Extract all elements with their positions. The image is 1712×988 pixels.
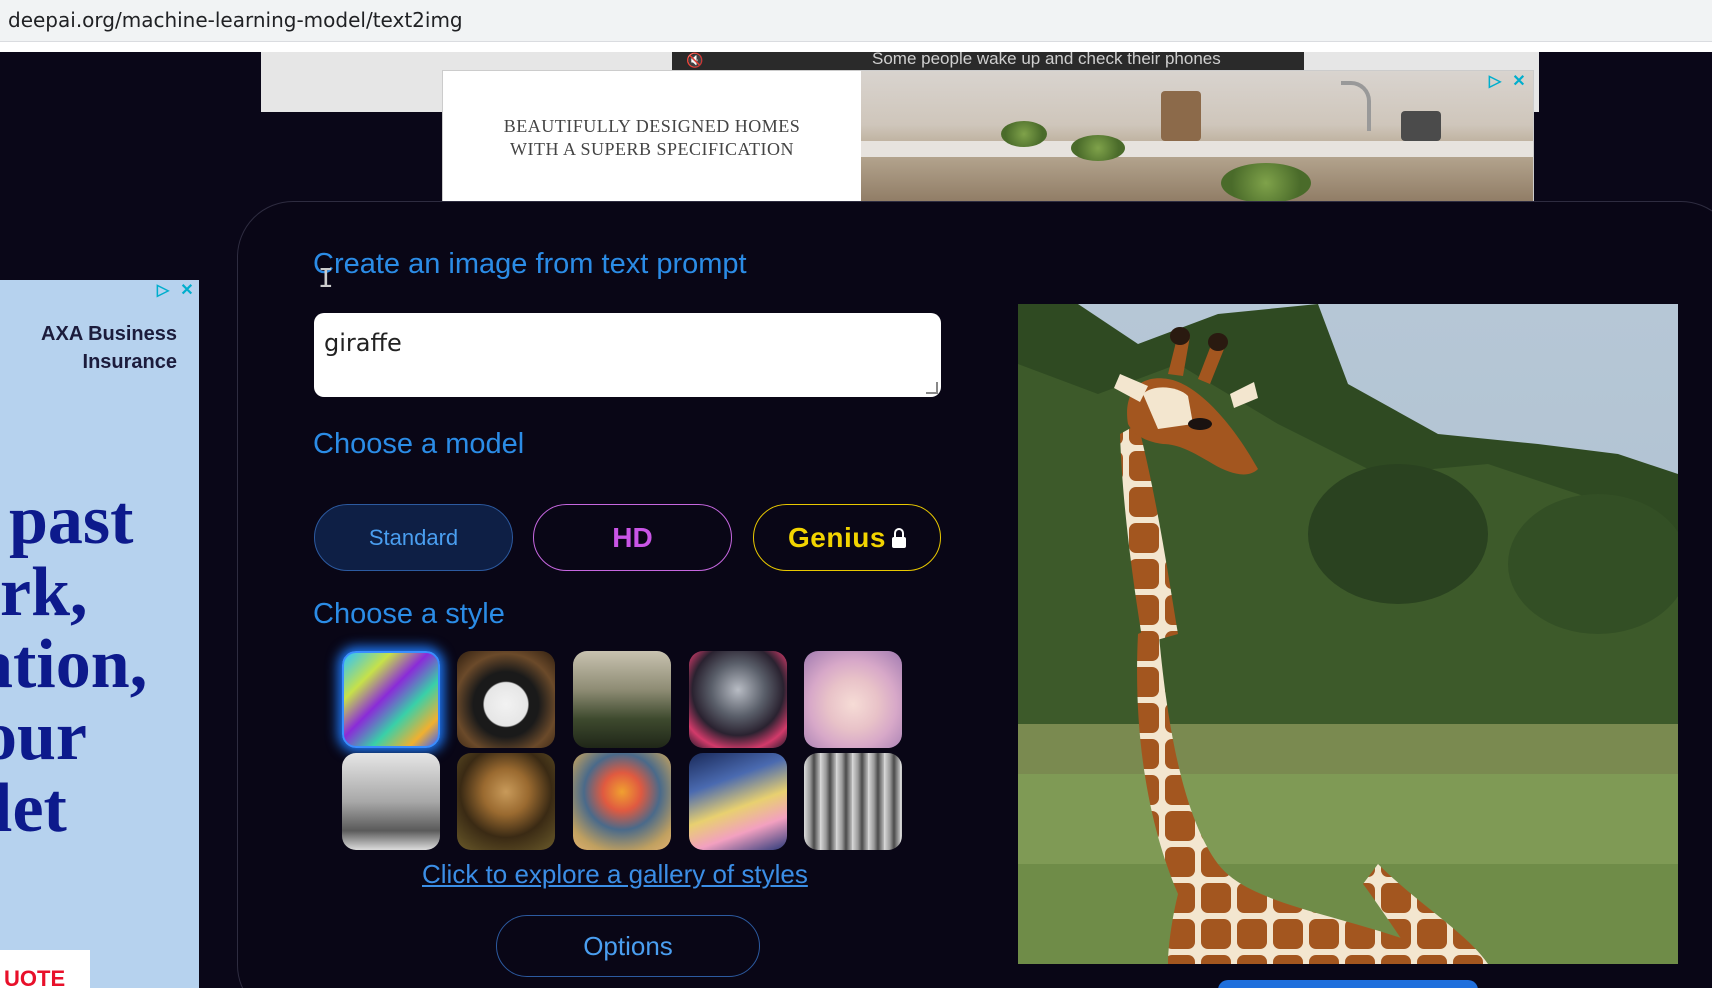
side-ad-choices[interactable]: ▷ ✕ <box>153 282 197 300</box>
style-thumb-abstract[interactable] <box>342 651 440 748</box>
ad-headline-line: past <box>9 482 134 559</box>
styles-gallery-link[interactable]: Click to explore a gallery of styles <box>422 859 808 890</box>
counter-shape <box>861 141 1533 157</box>
tap-shape <box>1341 81 1371 131</box>
lock-icon <box>891 527 906 548</box>
generated-image[interactable] <box>1018 304 1678 964</box>
genius-model-button[interactable]: Genius <box>753 504 941 571</box>
plant-shape <box>1221 163 1311 203</box>
kitchen-photo <box>861 71 1533 203</box>
generate-button-edge[interactable] <box>1218 980 1478 988</box>
options-label: Options <box>583 930 673 961</box>
ad-company: AXA Business Insurance <box>37 320 177 376</box>
close-icon[interactable]: ✕ <box>1509 73 1529 91</box>
style-thumb-robot[interactable] <box>689 651 787 748</box>
style-thumb-sketch-car[interactable] <box>342 753 440 850</box>
style-heading: Choose a style <box>313 598 505 630</box>
hd-label: HD <box>612 521 653 553</box>
ad-headline-line: let <box>0 770 67 847</box>
ad-choices[interactable]: ▷ ✕ <box>1485 73 1529 91</box>
giraffe-image <box>1018 304 1678 964</box>
ad-video-caption: Some people wake up and check their phon… <box>872 52 1221 68</box>
standard-label: Standard <box>368 524 459 550</box>
ad-headline-line: ation, <box>0 626 148 703</box>
genius-label: Genius <box>788 521 886 553</box>
text-cursor-icon: I <box>318 264 334 294</box>
ad-video-strip[interactable]: 🔇 Some people wake up and check their ph… <box>672 52 1304 70</box>
page-top-strip <box>0 42 1712 52</box>
style-thumb-dancers[interactable] <box>689 753 787 850</box>
options-button[interactable]: Options <box>496 915 760 977</box>
ad-headline-line: our <box>0 698 87 775</box>
prompt-input[interactable]: giraffe <box>314 313 941 397</box>
adchoices-icon[interactable]: ▷ <box>153 282 173 300</box>
ad-text-block: BEAUTIFULLY DESIGNED HOMES WITH A SUPERB… <box>443 71 861 203</box>
close-icon[interactable]: ✕ <box>177 282 197 300</box>
plant-shape <box>1001 121 1047 147</box>
page-title: Create an image from text prompt <box>313 248 747 280</box>
ad-headline: past rk, ation, our let <box>0 485 147 845</box>
resize-handle-icon[interactable] <box>926 382 938 394</box>
side-ad[interactable]: ▷ ✕ AXA Business Insurance past rk, atio… <box>0 280 199 988</box>
prompt-value[interactable]: giraffe <box>324 329 402 357</box>
style-thumb-flowers[interactable] <box>573 753 671 850</box>
standard-model-button[interactable]: Standard <box>314 504 513 571</box>
top-banner-ad[interactable]: BEAUTIFULLY DESIGNED HOMES WITH A SUPERB… <box>442 70 1534 204</box>
mute-icon[interactable]: 🔇 <box>686 52 708 68</box>
address-bar[interactable]: deepai.org/machine-learning-model/text2i… <box>0 0 1712 42</box>
style-thumb-anime-girl[interactable] <box>804 651 902 748</box>
ad-headline-line: rk, <box>0 554 88 631</box>
style-thumb-renaissance[interactable] <box>457 753 555 850</box>
hd-model-button[interactable]: HD <box>533 504 732 571</box>
adchoices-icon[interactable]: ▷ <box>1485 73 1505 91</box>
vase-shape <box>1161 91 1201 141</box>
ad-quote-button[interactable]: UOTE <box>0 950 90 988</box>
model-heading: Choose a model <box>313 428 525 460</box>
style-thumb-landscape[interactable] <box>573 651 671 748</box>
style-thumb-city-sketch[interactable] <box>804 753 902 850</box>
pan-shape <box>1401 111 1441 141</box>
ad-company-name: AXA Business Insurance <box>41 323 177 373</box>
ad-line-2: WITH A SUPERB SPECIFICATION <box>509 139 795 159</box>
url-text[interactable]: deepai.org/machine-learning-model/text2i… <box>8 8 463 32</box>
plant-shape <box>1071 135 1125 161</box>
ad-line-1: BEAUTIFULLY DESIGNED HOMES <box>503 116 801 136</box>
style-thumb-panda[interactable] <box>457 651 555 748</box>
